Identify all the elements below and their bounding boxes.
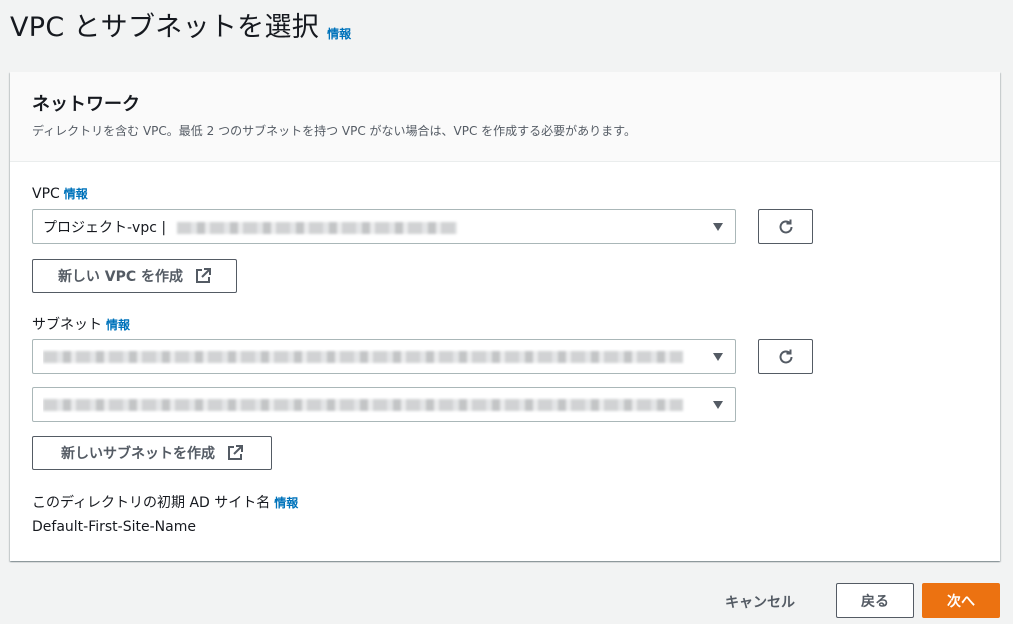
- network-description: ディレクトリを含む VPC。最低 2 つのサブネットを持つ VPC がない場合は…: [32, 124, 636, 138]
- network-panel-header: ネットワーク ディレクトリを含む VPC。最低 2 つのサブネットを持つ VPC…: [10, 72, 1000, 162]
- refresh-icon: [779, 219, 792, 233]
- vpc-select[interactable]: プロジェクト-vpc |: [32, 209, 736, 244]
- page-info-link[interactable]: 情報: [327, 25, 351, 42]
- cancel-button[interactable]: キャンセル: [725, 592, 795, 612]
- ad-site-value: Default-First-Site-Name: [32, 519, 196, 535]
- redacted-subnet-2: [43, 398, 683, 411]
- back-button[interactable]: 戻る: [836, 583, 914, 618]
- network-heading: ネットワーク: [32, 94, 140, 115]
- vpc-info-link[interactable]: 情報: [64, 187, 88, 201]
- page-title: VPC とサブネットを選択: [10, 12, 320, 43]
- subnet-select-1[interactable]: [32, 339, 736, 374]
- subnet-refresh-button[interactable]: [758, 339, 813, 374]
- refresh-icon: [779, 349, 792, 363]
- subnet-label: サブネット 情報: [32, 314, 130, 334]
- redacted-vpc-id: [176, 221, 457, 234]
- external-link-icon: [228, 445, 243, 460]
- vpc-selected-name: プロジェクト-vpc |: [43, 219, 167, 236]
- vpc-refresh-button[interactable]: [758, 209, 813, 244]
- create-subnet-label: 新しいサブネットを作成: [61, 446, 215, 462]
- vpc-label: VPC 情報: [32, 185, 88, 202]
- external-link-icon: [196, 268, 212, 283]
- ad-site-info-link[interactable]: 情報: [274, 496, 298, 510]
- vpc-label-text: VPC: [32, 186, 60, 202]
- subnet-label-text: サブネット: [32, 317, 102, 333]
- page-header: VPC とサブネットを選択 情報: [10, 8, 351, 48]
- vpc-select-value: プロジェクト-vpc |: [43, 217, 725, 237]
- subnet-info-link[interactable]: 情報: [106, 318, 130, 332]
- caret-down-icon: [713, 401, 723, 409]
- subnet-select-2-value: [43, 397, 725, 413]
- network-panel: ネットワーク ディレクトリを含む VPC。最低 2 つのサブネットを持つ VPC…: [10, 72, 1000, 561]
- next-button[interactable]: 次へ: [922, 583, 1000, 618]
- caret-down-icon: [713, 223, 723, 231]
- redacted-subnet-1: [43, 350, 683, 363]
- ad-site-label-text: このディレクトリの初期 AD サイト名: [32, 495, 271, 511]
- create-vpc-button[interactable]: 新しい VPC を作成: [32, 259, 237, 293]
- create-subnet-button[interactable]: 新しいサブネットを作成: [32, 436, 272, 470]
- ad-site-label: このディレクトリの初期 AD サイト名 情報: [32, 492, 298, 512]
- subnet-select-1-value: [43, 349, 725, 365]
- subnet-select-2[interactable]: [32, 387, 736, 422]
- create-vpc-label: 新しい VPC を作成: [57, 269, 184, 285]
- caret-down-icon: [713, 353, 723, 361]
